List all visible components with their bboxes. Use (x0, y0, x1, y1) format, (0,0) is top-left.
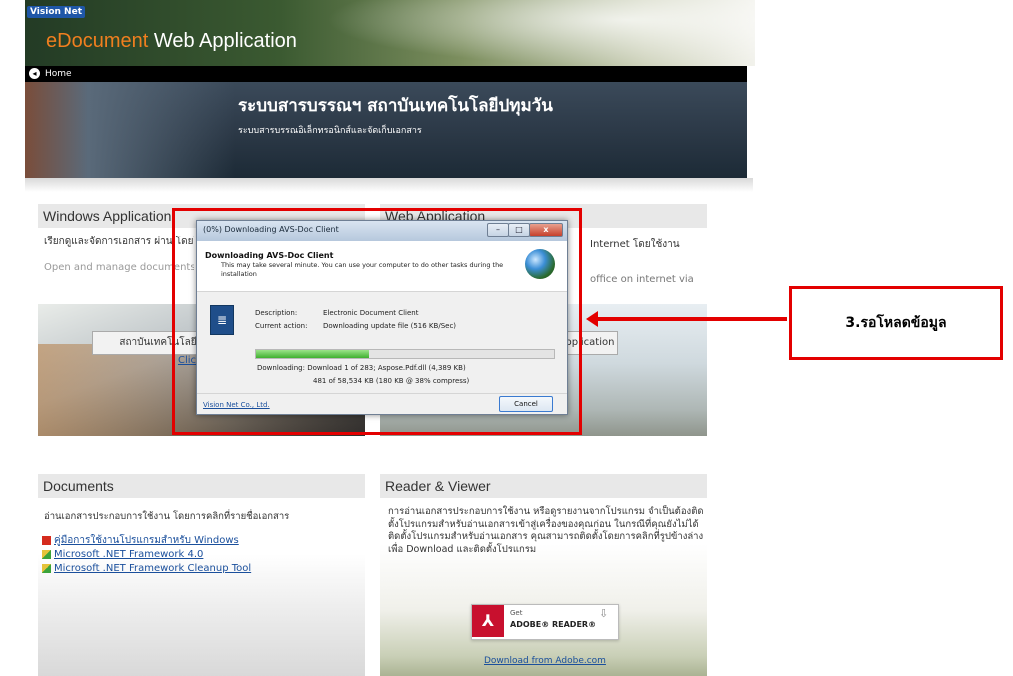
brand-logo: Vision Net (27, 6, 85, 18)
header-shadow (25, 178, 753, 192)
banner-title: ระบบสารบรรณฯ สถาบันเทคโนโลยีปทุมวัน (238, 96, 553, 116)
app-title: eDocument Web Application (46, 30, 297, 53)
callout-label: 3.รอโหลดข้อมูล (789, 286, 1003, 360)
document-item[interactable]: Microsoft .NET Framework Cleanup Tool (42, 558, 251, 574)
app-title-accent: eDocument (46, 30, 149, 52)
callout-arrow-icon (586, 311, 598, 327)
document-item[interactable]: Microsoft .NET Framework 4.0 (42, 544, 203, 560)
download-icon (42, 564, 51, 573)
banner-subtitle: ระบบสารบรรณอิเล็กทรอนิกส์และจัดเก็บเอกสา… (238, 126, 422, 136)
highlight-box (172, 208, 582, 435)
reader-panel-title: Reader & Viewer (380, 474, 707, 498)
reader-panel-desc: การอ่านเอกสารประกอบการใช้งาน หรือดูรายงา… (388, 506, 704, 555)
document-link[interactable]: Microsoft .NET Framework Cleanup Tool (54, 563, 251, 574)
documents-panel-desc: อ่านเอกสารประกอบการใช้งาน โดยการคลิกที่ร… (44, 511, 290, 522)
web-panel-desc-en: office on internet via (590, 274, 694, 285)
documents-panel: Documents อ่านเอกสารประกอบการใช้งาน โดยก… (38, 474, 365, 676)
home-icon[interactable]: ◂ (29, 68, 40, 79)
nav-bar (25, 66, 747, 82)
download-arrow-icon: ⇩ (599, 607, 609, 620)
callout-arrow-line (595, 317, 787, 321)
adobe-download-link[interactable]: Download from Adobe.com (484, 656, 606, 666)
app-title-rest: Web Application (148, 30, 297, 52)
adobe-get-label: Get (510, 609, 523, 617)
documents-panel-title: Documents (38, 474, 365, 498)
adobe-reader-name: ADOBE® READER® (510, 620, 597, 629)
reader-viewer-panel: Reader & Viewer การอ่านเอกสารประกอบการใช… (380, 474, 707, 676)
document-item[interactable]: คู่มือการใช้งานโปรแกรมสำหรับ Windows (42, 530, 239, 546)
web-panel-desc-th: Internet โดยใช้งาน (590, 239, 680, 250)
home-link[interactable]: Home (45, 69, 72, 79)
adobe-logo-icon[interactable]: ⅄ (472, 605, 504, 637)
